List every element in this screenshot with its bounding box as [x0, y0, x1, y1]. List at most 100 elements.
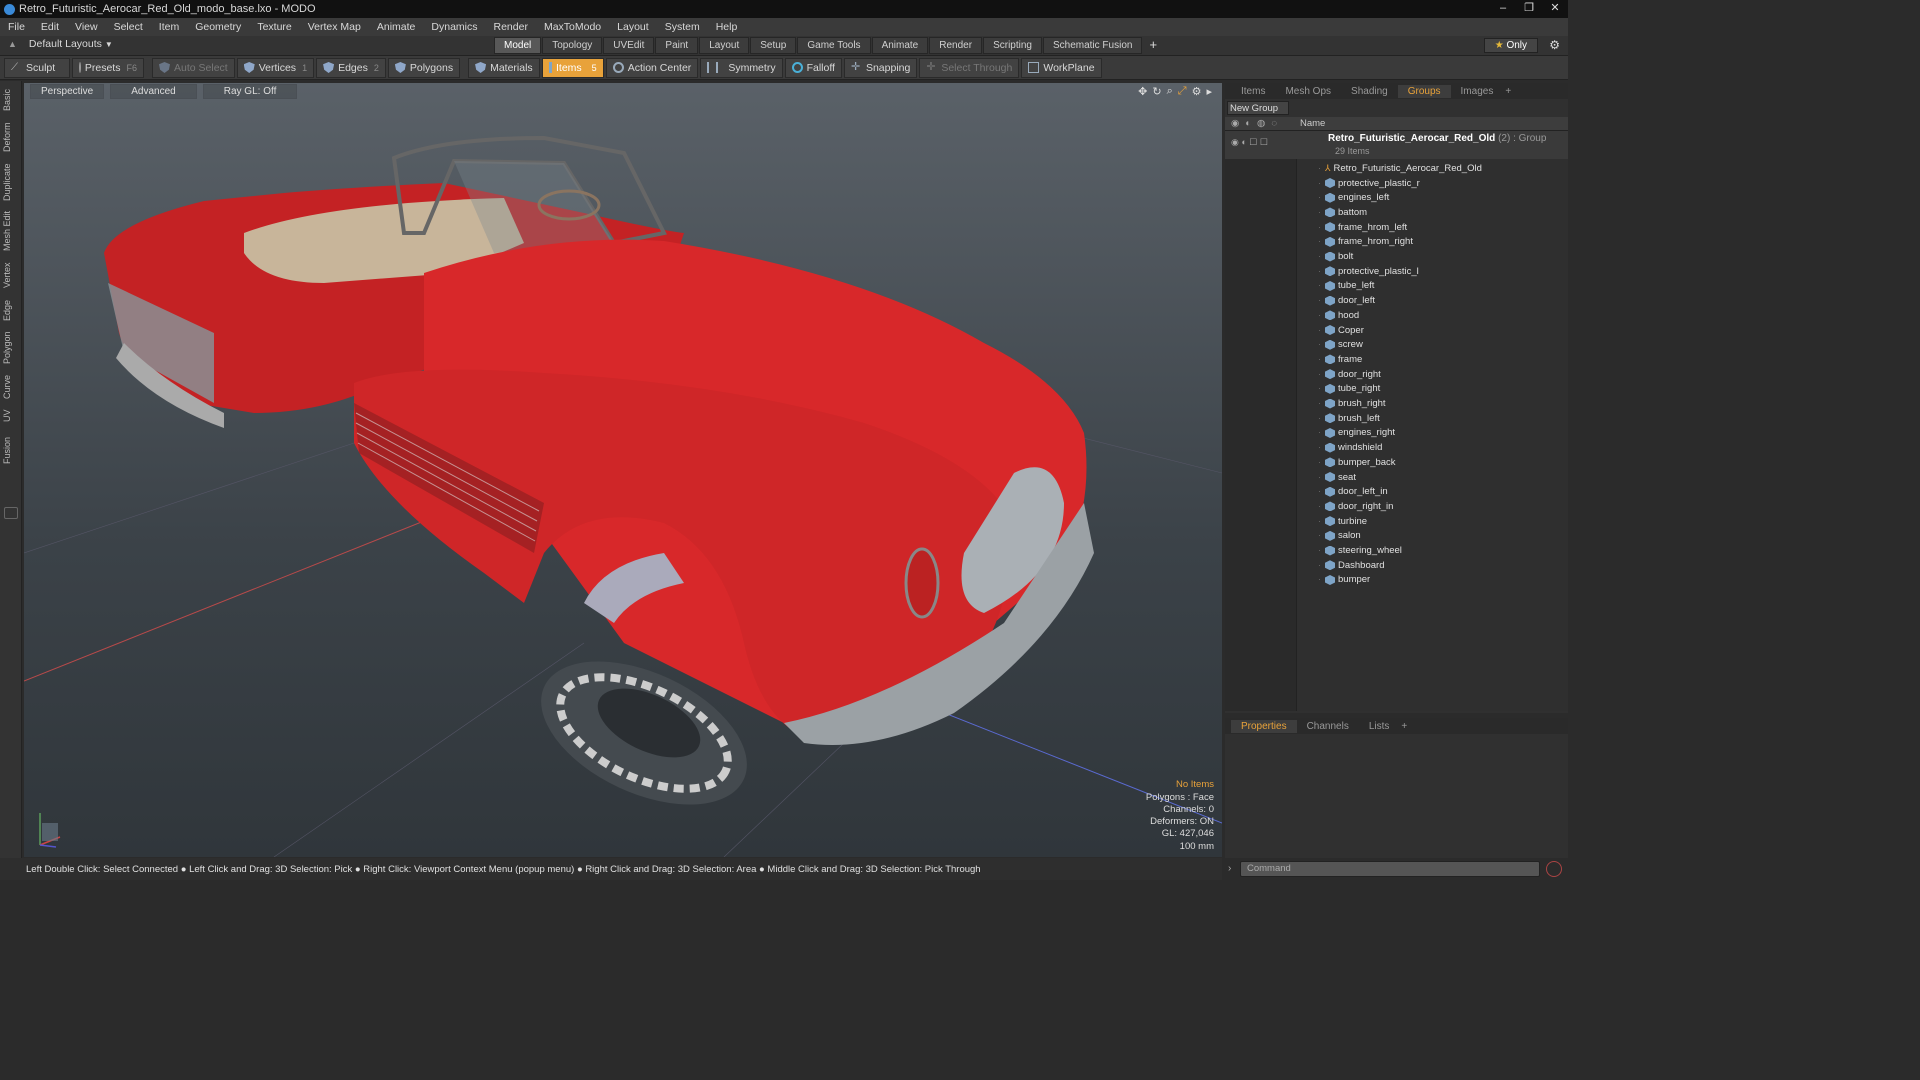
viewport-gear-icon[interactable]: ⚙	[1192, 85, 1202, 98]
tab-paint[interactable]: Paint	[655, 37, 699, 54]
sculpt-button[interactable]: ⟋ Sculpt	[4, 57, 70, 78]
tree-item-row[interactable]: · frame_hrom_left	[1225, 220, 1568, 235]
menu-geometry[interactable]: Geometry	[187, 21, 249, 33]
tree-item-row[interactable]: · engines_left	[1225, 190, 1568, 205]
add-panel-tab-icon[interactable]: +	[1503, 86, 1513, 97]
menu-item[interactable]: Item	[151, 21, 187, 33]
vtab-edge[interactable]: Edge	[2, 297, 18, 323]
tab-animate[interactable]: Animate	[871, 37, 929, 54]
vtab-basic[interactable]: Basic	[2, 87, 18, 113]
close-button[interactable]: ✕	[1542, 0, 1568, 16]
vtab-uv[interactable]: UV	[2, 407, 18, 425]
shading-dropdown[interactable]: Advanced	[110, 84, 197, 99]
tab-layout[interactable]: Layout	[699, 37, 750, 54]
tree-item-row[interactable]: · tube_right	[1225, 382, 1568, 397]
tab-mesh-ops[interactable]: Mesh Ops	[1275, 85, 1341, 98]
snapping-button[interactable]: ✛ Snapping	[843, 57, 918, 78]
tree-item-row[interactable]: · bolt	[1225, 249, 1568, 264]
render-icon[interactable]: ◐	[1245, 118, 1251, 129]
tree-item-row[interactable]: · brush_left	[1225, 411, 1568, 426]
command-arrow-icon[interactable]: ›	[1228, 863, 1231, 874]
presets-button[interactable]: Presets F6	[72, 57, 144, 78]
viewport-scene[interactable]	[24, 83, 1222, 857]
menu-file[interactable]: File	[0, 21, 33, 33]
tab-lists[interactable]: Lists	[1359, 720, 1400, 733]
layout-up-icon[interactable]: ▲	[8, 39, 17, 49]
menu-system[interactable]: System	[657, 21, 708, 33]
tree-item-row[interactable]: · brush_right	[1225, 396, 1568, 411]
eye-icon[interactable]: ◉	[1231, 118, 1239, 129]
lock-icon[interactable]: ◍	[1257, 118, 1265, 129]
tab-uvedit[interactable]: UVEdit	[603, 37, 655, 54]
vtab-deform[interactable]: Deform	[2, 121, 18, 153]
auto-select-button[interactable]: Auto Select	[152, 57, 235, 78]
tree-item-row[interactable]: · frame_hrom_right	[1225, 235, 1568, 250]
menu-animate[interactable]: Animate	[369, 21, 424, 33]
name-column-header[interactable]: Name	[1300, 118, 1325, 129]
vtab-polygon[interactable]: Polygon	[2, 329, 18, 367]
falloff-button[interactable]: Falloff	[784, 57, 842, 78]
workplane-button[interactable]: WorkPlane	[1021, 57, 1102, 78]
panel-toggle-icon[interactable]	[4, 507, 18, 519]
gear-icon[interactable]: ⚙	[1549, 38, 1560, 52]
menu-layout[interactable]: Layout	[609, 21, 657, 33]
vertices-button[interactable]: Vertices 1	[236, 57, 315, 78]
group-eye-icon[interactable]: ◉ ◐ ☐ ☐	[1231, 137, 1268, 148]
tree-item-row[interactable]: · tube_left	[1225, 279, 1568, 294]
command-record-button[interactable]	[1546, 861, 1562, 877]
vtab-fusion[interactable]: Fusion	[2, 433, 18, 467]
tree-item-row[interactable]: · protective_plastic_l	[1225, 264, 1568, 279]
command-input[interactable]: Command	[1240, 861, 1540, 877]
tree-item-row[interactable]: · Coper	[1225, 323, 1568, 338]
tree-item-row[interactable]: · ⅄ Retro_Futuristic_Aerocar_Red_Old	[1225, 161, 1568, 176]
action-center-button[interactable]: Action Center	[605, 57, 699, 78]
tab-items[interactable]: Items	[1231, 85, 1275, 98]
zoom-view-icon[interactable]: ⌕	[1167, 85, 1173, 98]
perspective-dropdown[interactable]: Perspective	[30, 84, 105, 99]
move-view-icon[interactable]: ✥	[1138, 85, 1147, 98]
menu-maxtomodo[interactable]: MaxToModo	[536, 21, 609, 33]
select-icon[interactable]: ◌	[1271, 118, 1277, 129]
tree-item-row[interactable]: · hood	[1225, 308, 1568, 323]
tree-item-row[interactable]: · screw	[1225, 337, 1568, 352]
tree-item-row[interactable]: · door_left	[1225, 293, 1568, 308]
new-group-button[interactable]: New Group	[1227, 101, 1289, 115]
tree-item-row[interactable]: · turbine	[1225, 514, 1568, 529]
menu-edit[interactable]: Edit	[33, 21, 67, 33]
tree-item-row[interactable]: · bumper_back	[1225, 455, 1568, 470]
tab-game-tools[interactable]: Game Tools	[797, 37, 871, 54]
tree-item-row[interactable]: · engines_right	[1225, 426, 1568, 441]
tab-topology[interactable]: Topology	[542, 37, 603, 54]
vtab-duplicate[interactable]: Duplicate	[2, 161, 18, 203]
minimize-button[interactable]: ‒	[1490, 0, 1516, 16]
menu-view[interactable]: View	[67, 21, 106, 33]
group-row[interactable]: ◉ ◐ ☐ ☐ Retro_Futuristic_Aerocar_Red_Old…	[1225, 131, 1568, 159]
tab-model[interactable]: Model	[494, 37, 542, 54]
layout-dropdown[interactable]: ▲ Default Layouts ▼	[8, 38, 113, 50]
fit-view-icon[interactable]: ⤢	[1178, 85, 1187, 98]
edges-button[interactable]: Edges 2	[316, 57, 386, 78]
tab-groups[interactable]: Groups	[1397, 84, 1451, 98]
tree-item-row[interactable]: · steering_wheel	[1225, 543, 1568, 558]
items-button[interactable]: Items 5	[541, 57, 604, 78]
menu-render[interactable]: Render	[486, 21, 536, 33]
tree-item-row[interactable]: · battom	[1225, 205, 1568, 220]
viewport-arrow-icon[interactable]: ▸	[1206, 85, 1212, 98]
tree-item-row[interactable]: · seat	[1225, 470, 1568, 485]
tree-item-row[interactable]: · door_right	[1225, 367, 1568, 382]
menu-help[interactable]: Help	[708, 21, 746, 33]
menu-select[interactable]: Select	[106, 21, 151, 33]
menu-vertex-map[interactable]: Vertex Map	[300, 21, 369, 33]
tree-item-row[interactable]: · bumper	[1225, 573, 1568, 588]
vtab-curve[interactable]: Curve	[2, 373, 18, 401]
tab-render[interactable]: Render	[929, 37, 983, 54]
add-props-tab-icon[interactable]: +	[1399, 721, 1409, 732]
tree-item-row[interactable]: · door_right_in	[1225, 499, 1568, 514]
tab-setup[interactable]: Setup	[750, 37, 797, 54]
vtab-mesh-edit[interactable]: Mesh Edit	[2, 209, 18, 253]
tab-properties[interactable]: Properties	[1231, 719, 1297, 733]
raygl-toggle[interactable]: Ray GL: Off	[202, 84, 298, 99]
tab-schematic-fusion[interactable]: Schematic Fusion	[1042, 37, 1143, 54]
select-through-button[interactable]: ✛ Select Through	[919, 57, 1020, 78]
tree-item-row[interactable]: · frame	[1225, 352, 1568, 367]
